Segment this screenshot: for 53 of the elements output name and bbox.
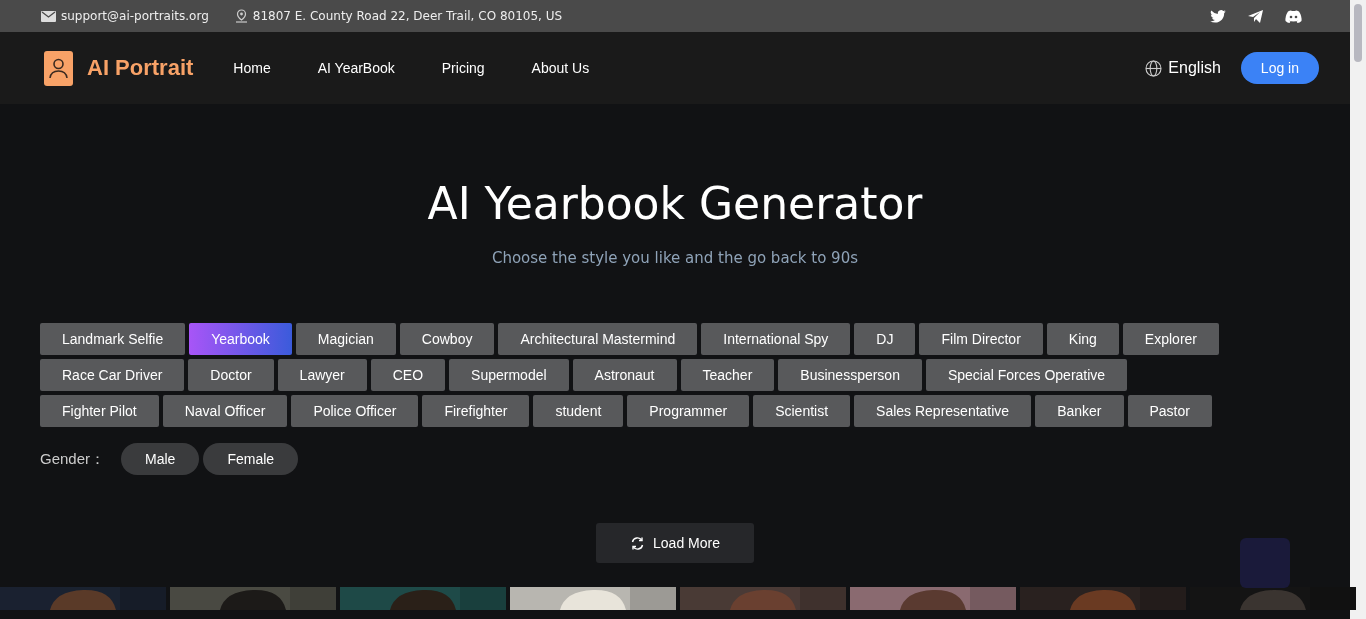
style-tag[interactable]: International Spy (701, 323, 851, 355)
gender-option[interactable]: Male (121, 443, 200, 475)
style-tag[interactable]: Race Car Driver (40, 359, 185, 391)
style-tag[interactable]: DJ (854, 323, 916, 355)
style-tag[interactable]: Firefighter (422, 395, 530, 427)
style-tag[interactable]: Scientist (753, 395, 851, 427)
style-tag[interactable]: Magician (295, 323, 396, 355)
nav-link[interactable]: Pricing (441, 60, 485, 76)
globe-icon[interactable] (1145, 59, 1163, 77)
load-more-button[interactable]: Load More (596, 523, 754, 563)
style-tag[interactable]: Naval Officer (162, 395, 288, 427)
style-tag[interactable]: Supermodel (449, 359, 569, 391)
style-tag[interactable]: Fighter Pilot (40, 395, 159, 427)
style-tag[interactable]: Doctor (188, 359, 274, 391)
bird-icon[interactable] (1210, 9, 1226, 23)
location-pin-icon (234, 9, 248, 23)
style-tag[interactable]: Special Forces Operative (925, 359, 1128, 391)
scrollbar[interactable] (1350, 0, 1366, 619)
page-subtitle: Choose the style you like and the go back to 90s (490, 249, 860, 267)
style-tag[interactable]: student (533, 395, 624, 427)
style-tag[interactable]: Cowboy (399, 323, 495, 355)
style-tag[interactable]: Landmark Selfie (40, 323, 186, 355)
style-tag[interactable]: Film Director (919, 323, 1043, 355)
style-tag[interactable]: Programmer (627, 395, 750, 427)
style-tag[interactable]: Architectural Mastermind (498, 323, 698, 355)
style-tag[interactable]: Sales Representative (854, 395, 1032, 427)
language-selector[interactable]: English (1168, 59, 1221, 77)
paper-plane-icon[interactable] (1248, 9, 1263, 23)
style-tag[interactable]: King (1046, 323, 1119, 355)
style-tag[interactable]: Banker (1035, 395, 1124, 427)
style-tag[interactable]: Astronaut (572, 359, 677, 391)
style-tag[interactable]: Businessperson (778, 359, 922, 391)
gender-option[interactable]: Female (203, 443, 299, 475)
nav-link[interactable]: Home (233, 60, 271, 76)
style-tag[interactable]: Police Officer (291, 395, 419, 427)
style-tag[interactable]: Lawyer (277, 359, 367, 391)
login-button[interactable]: Log in (1240, 52, 1319, 84)
style-tag[interactable]: Pastor (1127, 395, 1212, 427)
style-tag[interactable]: Teacher (680, 359, 775, 391)
nav-link[interactable]: About Us (531, 60, 590, 76)
style-tag[interactable]: Yearbook (189, 323, 292, 355)
email-text: support@ai-portraits.org (61, 9, 209, 23)
refresh-icon (630, 535, 646, 551)
style-tag[interactable]: Explorer (1122, 323, 1219, 355)
chat-controller-icon[interactable] (1285, 9, 1302, 23)
gender-label: Gender： (40, 449, 106, 469)
nav-link[interactable]: AI YearBook (317, 60, 395, 76)
logo-icon[interactable] (44, 50, 73, 86)
logo-text[interactable]: AI Portrait (87, 55, 194, 81)
mail-icon (41, 10, 56, 22)
page-title: AI Yearbook Generator (426, 178, 924, 229)
style-tag[interactable]: CEO (370, 359, 446, 391)
address-text: 81807 E. County Road 22, Deer Trail, CO 80105, US (252, 9, 563, 23)
